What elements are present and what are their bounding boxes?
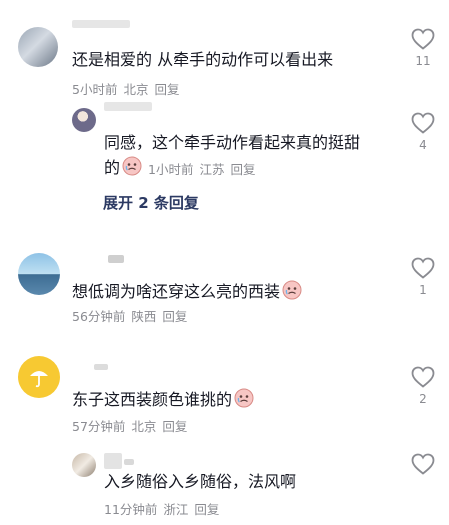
like-count: 4 — [419, 138, 427, 152]
like-button[interactable]: 4 — [408, 112, 438, 152]
tearful-emoji-icon — [122, 156, 142, 176]
comment-item: 还是相爱的 从牵手的动作可以看出来 5小时前 北京 回复 11 — [0, 0, 449, 100]
username-redacted[interactable] — [94, 364, 108, 370]
reply-button[interactable]: 回复 — [162, 309, 187, 324]
comment-item: 想低调为啥还穿这么亮的西装 56分钟前 陕西 回复 1 — [0, 245, 449, 335]
avatar[interactable] — [18, 253, 60, 295]
comment-item: 东子这西装颜色谁挑的 57分钟前 北京 回复 2 — [0, 350, 449, 440]
reply-meta: 11分钟前 浙江 回复 — [104, 499, 225, 518]
username-redacted[interactable] — [104, 453, 122, 469]
comment-location: 北京 — [131, 419, 157, 434]
avatar[interactable] — [72, 453, 96, 477]
comment-location: 陕西 — [131, 309, 157, 324]
comment-text: 东子这西装颜色谁挑的 — [72, 387, 254, 413]
comment-meta: 57分钟前 北京 回复 — [72, 416, 193, 435]
like-count: 11 — [415, 54, 431, 68]
heart-icon — [411, 453, 435, 475]
like-button[interactable]: 11 — [408, 28, 438, 68]
like-count: 1 — [419, 283, 427, 297]
tearful-emoji-icon — [282, 280, 302, 300]
reply-button[interactable]: 回复 — [194, 502, 219, 517]
heart-icon — [411, 28, 435, 50]
reply-meta: 1小时前 江苏 回复 — [148, 159, 261, 178]
like-button[interactable]: 2 — [408, 366, 438, 406]
reply-button[interactable]: 回复 — [154, 82, 179, 97]
avatar[interactable] — [72, 108, 96, 132]
username-redacted[interactable] — [104, 102, 152, 111]
comment-text-content: 东子这西装颜色谁挑的 — [72, 390, 233, 409]
like-button[interactable]: 1 — [408, 257, 438, 297]
reply-item: 同感，这个牵手动作看起来真的挺甜 的 1小时前 江苏 回复 4 — [0, 100, 449, 190]
heart-icon — [411, 112, 435, 134]
username-redacted[interactable] — [72, 20, 130, 28]
reply-text-line1: 同感，这个牵手动作看起来真的挺甜 — [104, 133, 361, 152]
tearful-emoji-icon — [234, 388, 254, 408]
like-count: 2 — [419, 392, 427, 406]
comment-text-content: 想低调为啥还穿这么亮的西装 — [72, 282, 281, 301]
comment-time: 57分钟前 — [72, 419, 126, 434]
reply-item: 入乡随俗入乡随俗，法风啊 11分钟前 浙江 回复 — [0, 445, 449, 525]
comment-meta: 56分钟前 陕西 回复 — [72, 306, 193, 325]
comment-location: 北京 — [123, 82, 149, 97]
reply-location: 浙江 — [163, 502, 189, 517]
reply-time: 1小时前 — [148, 162, 194, 177]
expand-replies-button[interactable]: 展开 2 条回复 — [103, 192, 199, 213]
reply-text: 入乡随俗入乡随俗，法风啊 — [104, 472, 297, 491]
heart-icon — [411, 257, 435, 279]
comment-time: 56分钟前 — [72, 309, 126, 324]
reply-button[interactable]: 回复 — [230, 162, 255, 177]
reply-location: 江苏 — [199, 162, 225, 177]
comment-text: 想低调为啥还穿这么亮的西装 — [72, 279, 302, 305]
avatar[interactable] — [18, 27, 58, 67]
comment-time: 5小时前 — [72, 82, 118, 97]
heart-icon — [411, 366, 435, 388]
comment-text: 还是相爱的 从牵手的动作可以看出来 — [72, 50, 334, 69]
reply-text-line2: 的 — [104, 155, 142, 181]
reply-button[interactable]: 回复 — [162, 419, 187, 434]
reply-text-line2-content: 的 — [104, 158, 121, 177]
username-redacted[interactable] — [108, 255, 124, 263]
reply-time: 11分钟前 — [104, 502, 158, 517]
username-redacted[interactable] — [124, 459, 134, 465]
avatar[interactable] — [18, 356, 60, 398]
like-button[interactable] — [408, 453, 438, 475]
comment-meta: 5小时前 北京 回复 — [72, 79, 185, 98]
umbrella-icon — [30, 371, 48, 388]
